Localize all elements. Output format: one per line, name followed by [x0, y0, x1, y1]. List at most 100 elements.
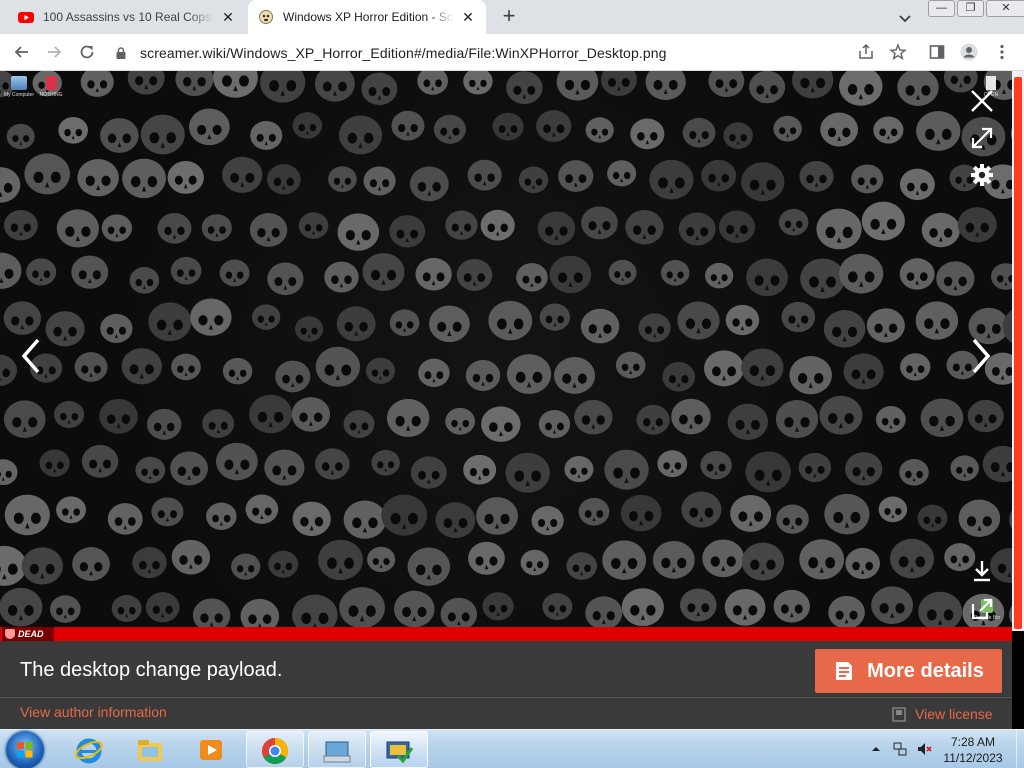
fullscreen-icon[interactable] [968, 124, 996, 152]
show-hidden-icons-icon[interactable] [868, 741, 884, 757]
skull-shape [773, 589, 810, 623]
skull-shape [146, 408, 182, 440]
forward-icon[interactable] [44, 42, 64, 62]
skull-shape [776, 504, 809, 534]
wiki-favicon-icon [259, 10, 273, 24]
close-icon[interactable] [968, 87, 996, 115]
skull-shape [982, 445, 1012, 483]
skull-shape [536, 110, 572, 142]
scrollbar-thumb[interactable] [1014, 77, 1022, 629]
skull-shape [429, 305, 470, 343]
skull-shape [314, 71, 355, 102]
more-details-button[interactable]: More details [815, 649, 1002, 693]
show-desktop-button[interactable] [1016, 730, 1024, 768]
skull-shape [39, 449, 70, 477]
download-icon[interactable] [968, 557, 996, 585]
skull-shape [49, 595, 81, 623]
dead-logo: DEAD [2, 627, 54, 641]
taskbar-keyboard-app[interactable] [308, 731, 366, 768]
start-button[interactable] [6, 731, 44, 768]
skull-shape [991, 263, 1012, 290]
skull-shape [899, 168, 935, 201]
skull-shape [249, 394, 293, 434]
skull-shape [816, 208, 862, 250]
skull-shape [518, 166, 549, 194]
previous-image-arrow-icon[interactable] [16, 336, 46, 376]
back-icon[interactable] [12, 42, 32, 62]
skull-shape [26, 258, 57, 286]
skull-shape [679, 588, 717, 622]
skull-shape [702, 539, 745, 578]
skull-shape [749, 71, 786, 104]
skull-shape [558, 160, 594, 192]
minimize-button[interactable]: — [928, 0, 955, 17]
skull-shape [746, 258, 788, 297]
skull-shape [231, 553, 261, 580]
network-icon[interactable] [892, 741, 908, 757]
skull-shape [56, 209, 99, 248]
url-text: screamer.wiki/Windows_XP_Horror_Edition#… [140, 44, 667, 61]
skull-shape [916, 111, 961, 151]
skull-shape [240, 598, 280, 627]
new-tab-button[interactable]: + [499, 5, 519, 27]
skull-shape [600, 71, 637, 96]
taskbar-media-player[interactable] [183, 731, 241, 768]
close-window-button[interactable]: ✕ [986, 0, 1024, 17]
skull-shape [701, 159, 737, 192]
skull-shape [775, 399, 819, 439]
chevron-down-icon[interactable] [896, 9, 914, 27]
skull-shape [100, 313, 133, 343]
skull-shape [292, 594, 338, 627]
skull-shape [781, 301, 816, 333]
skull-shape [839, 71, 883, 106]
gear-icon[interactable] [968, 161, 996, 189]
skull-shape [135, 456, 166, 484]
keyboard-icon [323, 741, 351, 763]
skull-shape [107, 503, 143, 535]
address-bar[interactable]: screamer.wiki/Windows_XP_Horror_Edition#… [108, 38, 888, 67]
skull-shape [21, 547, 63, 585]
skull-shape [170, 256, 202, 285]
external-link-icon[interactable] [968, 595, 996, 623]
close-tab-icon[interactable]: ✕ [220, 9, 236, 25]
skull-shape [482, 592, 514, 621]
skull-shape [819, 395, 863, 435]
skull-shape [921, 212, 961, 248]
taskbar-clock[interactable]: 7:28 AM 11/12/2023 [928, 734, 1018, 766]
skull-shape [381, 494, 428, 536]
skull-shape [445, 210, 478, 240]
share-icon[interactable] [857, 43, 875, 61]
skull-shape [100, 118, 139, 153]
maximize-button[interactable]: ❐ [957, 0, 984, 17]
taskbar-chrome[interactable] [246, 731, 304, 768]
skull-shape [339, 587, 385, 627]
skull-shape [222, 357, 253, 385]
skull-shape [418, 358, 450, 388]
taskbar-internet-explorer[interactable] [61, 731, 119, 768]
view-author-link[interactable]: View author information [20, 704, 167, 720]
browser-toolbar: screamer.wiki/Windows_XP_Horror_Edition#… [0, 34, 1024, 71]
view-license-link[interactable]: View license [892, 706, 993, 722]
skull-shape [608, 259, 637, 286]
skull-shape [506, 354, 552, 394]
next-image-arrow-icon[interactable] [966, 336, 996, 376]
tab-screamer-wiki[interactable]: Windows XP Horror Edition - Scr ✕ [248, 0, 486, 34]
lock-icon[interactable] [114, 46, 128, 60]
skull-shape [866, 308, 905, 343]
taskbar-windows-explorer[interactable] [122, 731, 180, 768]
skull-shape [773, 115, 802, 142]
bookmark-star-icon[interactable] [889, 43, 907, 61]
more-menu-icon[interactable] [993, 43, 1011, 61]
taskbar-virtual-machine[interactable] [370, 731, 428, 768]
tab-youtube[interactable]: 100 Assassins vs 10 Real Cops! - ✕ [8, 0, 246, 34]
skull-shape [800, 258, 845, 299]
reload-icon[interactable] [77, 42, 97, 62]
profile-avatar-icon[interactable] [960, 43, 978, 61]
page-scrollbar[interactable] [1012, 71, 1024, 631]
skull-shape [440, 597, 478, 627]
side-panel-icon[interactable] [928, 43, 946, 61]
skull-shape [537, 211, 576, 246]
skull-shape [554, 357, 596, 394]
skull-shape [251, 304, 281, 330]
close-tab-icon[interactable]: ✕ [460, 9, 476, 25]
